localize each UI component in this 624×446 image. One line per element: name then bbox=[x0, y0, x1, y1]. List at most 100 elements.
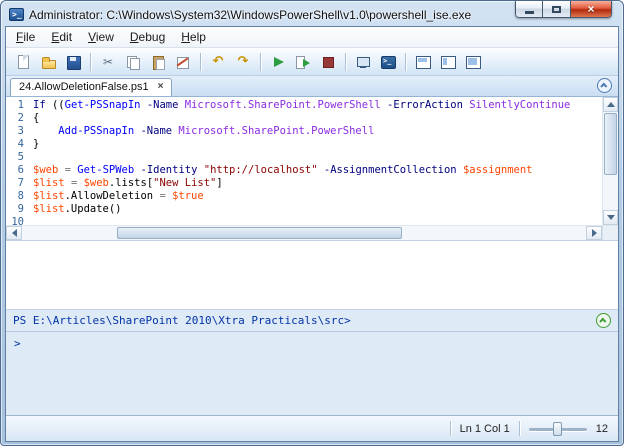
copy-button[interactable] bbox=[121, 51, 145, 73]
stop-execution-button[interactable] bbox=[316, 51, 340, 73]
stop-execution-icon bbox=[320, 54, 336, 70]
output-pane bbox=[6, 240, 618, 310]
layout-script-maximized-button[interactable] bbox=[461, 51, 485, 73]
code-line-6: $web = Get-SPWeb -Identity "http://local… bbox=[33, 164, 533, 176]
close-icon: × bbox=[587, 2, 595, 16]
console-prompt: PS E:\Articles\SharePoint 2010\Xtra Prac… bbox=[13, 314, 351, 327]
code-line-3: Add-PSSnapIn -Name Microsoft.SharePoint.… bbox=[58, 125, 375, 137]
paste-button[interactable] bbox=[146, 51, 170, 73]
menu-help[interactable]: Help bbox=[173, 27, 214, 47]
run-script-button[interactable] bbox=[266, 51, 290, 73]
menu-view[interactable]: View bbox=[80, 27, 122, 47]
vertical-scrollbar[interactable] bbox=[602, 97, 618, 225]
new-remote-powershell-tab-icon bbox=[355, 54, 371, 70]
code-line-2: { bbox=[33, 112, 40, 124]
menu-bar: File Edit View Debug Help bbox=[6, 27, 618, 48]
redo-button[interactable] bbox=[231, 51, 255, 73]
status-divider bbox=[518, 421, 520, 436]
menu-debug[interactable]: Debug bbox=[122, 27, 173, 47]
scroll-up-button[interactable] bbox=[603, 97, 618, 112]
line-number: 10 bbox=[11, 216, 24, 225]
layout-script-right-button[interactable] bbox=[436, 51, 460, 73]
cursor-position: Ln 1 Col 1 bbox=[459, 422, 510, 435]
scroll-down-button[interactable] bbox=[603, 210, 618, 225]
zoom-slider-thumb[interactable] bbox=[552, 421, 562, 436]
toolbar-separator bbox=[405, 52, 406, 71]
script-tab[interactable]: 24.AllowDeletionFalse.ps1 × bbox=[10, 78, 173, 96]
menu-edit[interactable]: Edit bbox=[43, 27, 80, 47]
layout-script-maximized-icon bbox=[465, 54, 481, 70]
console-input-area[interactable]: > bbox=[6, 332, 618, 415]
console-prompt-row: PS E:\Articles\SharePoint 2010\Xtra Prac… bbox=[6, 310, 618, 332]
maximize-button[interactable] bbox=[543, 1, 570, 18]
powershell-ise-window: Administrator: C:\Windows\System32\Windo… bbox=[0, 0, 624, 446]
close-button[interactable]: × bbox=[570, 1, 612, 18]
run-selection-icon bbox=[295, 54, 311, 70]
layout-script-top-button[interactable] bbox=[411, 51, 435, 73]
line-number: 7 bbox=[17, 177, 24, 189]
copy-icon bbox=[125, 54, 141, 70]
redo-icon bbox=[235, 54, 251, 70]
client-area: FileEditViewDebugHelp 24.AllowDeletionFa… bbox=[5, 26, 619, 442]
toolbar-separator bbox=[260, 52, 261, 71]
layout-script-top-icon bbox=[415, 54, 431, 70]
code-area[interactable]: If ((Get-PSSnapIn -Name Microsoft.ShareP… bbox=[28, 97, 602, 225]
status-divider bbox=[449, 421, 451, 436]
clear-output-button[interactable] bbox=[171, 51, 195, 73]
scroll-right-button[interactable] bbox=[586, 226, 602, 240]
layout-script-right-icon bbox=[440, 54, 456, 70]
save-script-button[interactable] bbox=[61, 51, 85, 73]
triangle-up-icon bbox=[606, 102, 615, 107]
line-number: 4 bbox=[17, 138, 24, 150]
open-script-icon bbox=[40, 54, 56, 70]
new-script-button[interactable] bbox=[11, 51, 35, 73]
status-right-group: Ln 1 Col 1 12 bbox=[449, 421, 608, 436]
minimize-button[interactable] bbox=[515, 1, 543, 18]
new-script-icon bbox=[15, 54, 31, 70]
chevron-up-icon bbox=[600, 82, 608, 90]
scroll-left-button[interactable] bbox=[6, 226, 22, 240]
chevron-up-icon bbox=[599, 317, 607, 325]
menu-file[interactable]: File bbox=[8, 27, 43, 47]
horizontal-scroll-track[interactable] bbox=[22, 226, 586, 240]
line-number: 8 bbox=[17, 190, 24, 202]
line-number: 5 bbox=[17, 151, 24, 163]
code-line-9: $list.Update() bbox=[33, 203, 122, 215]
undo-button[interactable] bbox=[206, 51, 230, 73]
run-selection-button[interactable] bbox=[291, 51, 315, 73]
clear-output-icon bbox=[175, 54, 191, 70]
open-script-button[interactable] bbox=[36, 51, 60, 73]
console-input-prompt: > bbox=[14, 337, 21, 350]
cut-button[interactable] bbox=[96, 51, 120, 73]
undo-icon bbox=[210, 54, 226, 70]
window-controls: × bbox=[515, 1, 612, 18]
line-number: 3 bbox=[17, 125, 24, 137]
vertical-scroll-thumb[interactable] bbox=[604, 113, 617, 175]
start-powershell-icon bbox=[380, 54, 396, 70]
line-number: 9 bbox=[17, 203, 24, 215]
expand-command-pane-button[interactable] bbox=[596, 313, 611, 328]
line-number-gutter: 1 2 3 4 5 6 7 8 9 10 bbox=[6, 97, 28, 225]
triangle-right-icon bbox=[591, 229, 597, 237]
line-number: 1 bbox=[17, 99, 24, 111]
powershell-ise-app-icon bbox=[9, 8, 24, 21]
triangle-down-icon bbox=[606, 215, 615, 220]
horizontal-scrollbar[interactable] bbox=[6, 225, 618, 240]
scrollbar-corner bbox=[602, 226, 618, 240]
line-number: 2 bbox=[17, 112, 24, 124]
triangle-left-icon bbox=[11, 229, 17, 237]
code-line-7: $list = $web.lists["New List"] bbox=[33, 177, 223, 189]
start-powershell-button[interactable] bbox=[376, 51, 400, 73]
code-line-1: If ((Get-PSSnapIn -Name Microsoft.ShareP… bbox=[33, 99, 571, 111]
collapse-script-pane-button[interactable] bbox=[597, 78, 612, 93]
zoom-slider[interactable] bbox=[528, 421, 587, 436]
horizontal-scroll-thumb[interactable] bbox=[117, 227, 402, 239]
cut-icon bbox=[100, 54, 116, 70]
tab-close-icon[interactable]: × bbox=[158, 82, 164, 92]
script-editor-pane[interactable]: 1 2 3 4 5 6 7 8 9 10 If ((Get-PSSnapIn -Name Micr… bbox=[6, 97, 618, 225]
command-pane[interactable]: PS E:\Articles\SharePoint 2010\Xtra Prac… bbox=[6, 310, 618, 415]
window-title: Administrator: C:\Windows\System32\Windo… bbox=[29, 7, 472, 22]
new-remote-powershell-tab-button[interactable] bbox=[351, 51, 375, 73]
